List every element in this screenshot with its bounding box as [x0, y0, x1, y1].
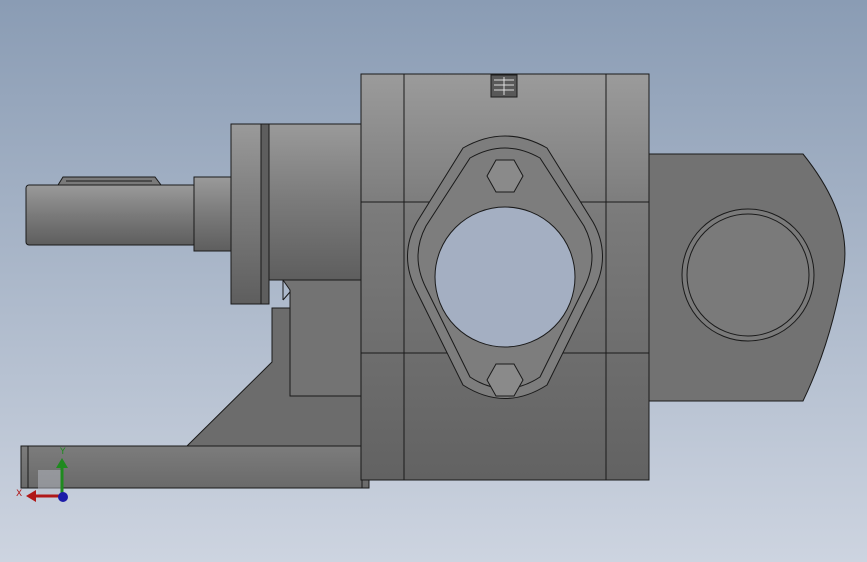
bracket-recess	[282, 279, 363, 397]
shaft-step	[193, 176, 233, 252]
cad-viewport[interactable]: Y X	[0, 0, 867, 562]
port-bore	[434, 206, 576, 348]
seal-flange-2	[260, 123, 270, 305]
end-cover-boss-inner	[686, 213, 810, 337]
gear-pump-drawing[interactable]: Y X	[0, 0, 867, 562]
drive-shaft	[25, 184, 197, 246]
x-axis-label: X	[16, 489, 22, 499]
y-axis-label: Y	[59, 447, 66, 457]
seal-flange-1	[230, 123, 262, 305]
z-axis-dot	[58, 492, 68, 502]
nameplate	[490, 74, 518, 98]
base-plate	[20, 445, 370, 489]
seal-housing	[268, 123, 362, 281]
